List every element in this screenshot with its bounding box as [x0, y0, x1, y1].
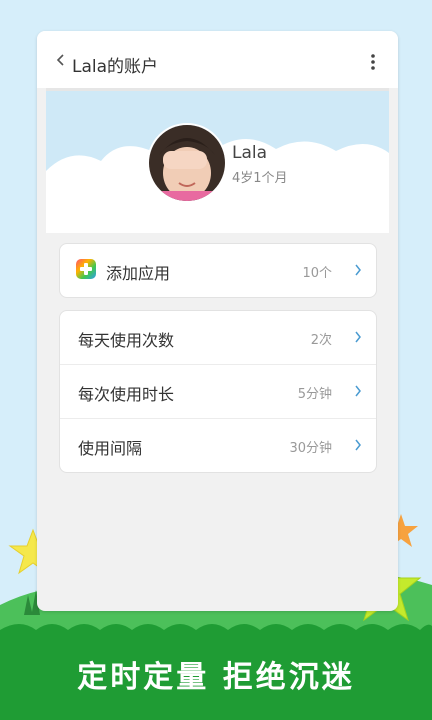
- settings-label: 每天使用次数: [78, 331, 175, 350]
- session-duration-row[interactable]: 每次使用时长 5分钟: [60, 365, 376, 419]
- settings-label: 每次使用时长: [78, 385, 175, 404]
- child-age: 4岁1个月: [232, 171, 288, 186]
- settings-value: 2次: [310, 333, 332, 348]
- settings-value: 30分钟: [289, 441, 332, 456]
- app-count: 10个: [302, 266, 332, 281]
- app-header: Lala的账户: [37, 31, 398, 88]
- avatar[interactable]: [147, 123, 227, 203]
- chevron-right-icon: [355, 439, 361, 451]
- slogan-banner: 定时定量 拒绝沉迷: [77, 660, 355, 695]
- profile-banner: Lala 4岁1个月: [46, 88, 389, 233]
- add-app-icon: [76, 259, 96, 279]
- chevron-right-icon: [355, 331, 361, 343]
- child-name: Lala: [232, 143, 268, 163]
- add-app-label: 添加应用: [106, 264, 171, 283]
- apps-panel: 添加应用 10个: [59, 243, 377, 298]
- chevron-right-icon: [355, 385, 361, 397]
- settings-value: 5分钟: [297, 387, 332, 402]
- account-card: Lala的账户 Lala 4岁1个月 添加应用 10个 每天使用次数 2次 每次…: [37, 31, 398, 611]
- page-title: Lala的账户: [72, 57, 159, 77]
- settings-label: 使用间隔: [78, 439, 143, 458]
- back-arrow-icon[interactable]: [55, 53, 67, 67]
- chevron-right-icon: [355, 264, 361, 276]
- daily-usage-count-row[interactable]: 每天使用次数 2次: [60, 311, 376, 365]
- settings-panel: 每天使用次数 2次 每次使用时长 5分钟 使用间隔 30分钟: [59, 310, 377, 473]
- usage-interval-row[interactable]: 使用间隔 30分钟: [60, 419, 376, 472]
- add-app-row[interactable]: 添加应用 10个: [60, 244, 376, 297]
- more-menu-icon[interactable]: [370, 54, 376, 70]
- child-photo-icon: [149, 125, 225, 201]
